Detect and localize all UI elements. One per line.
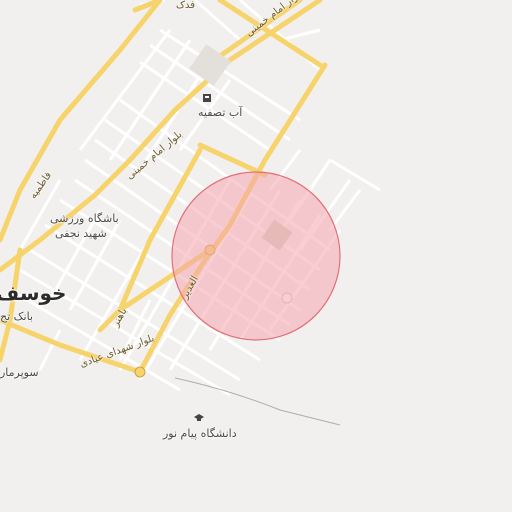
bank-label: بانک تج (0, 310, 33, 323)
map-canvas[interactable] (0, 0, 512, 512)
university-label: دانشگاه پیام نور (163, 427, 237, 440)
map-view[interactable]: آب تصفیه بلوار امام خمینی بلوار امام خمی… (0, 0, 512, 512)
city-label: خوسف (0, 281, 67, 305)
road-label-top: فدک (176, 0, 195, 11)
highlight-circle[interactable] (171, 171, 341, 341)
junction-marker (134, 366, 146, 378)
gym-label-line2: شهید نجفی (55, 227, 107, 240)
supermarket-label: سوپرمار (0, 366, 39, 379)
building-icon[interactable] (202, 93, 212, 103)
graduation-cap-icon[interactable] (193, 413, 204, 423)
gym-label: باشگاه ورزشی (50, 212, 119, 225)
water-treatment-label: آب تصفیه (198, 106, 243, 119)
